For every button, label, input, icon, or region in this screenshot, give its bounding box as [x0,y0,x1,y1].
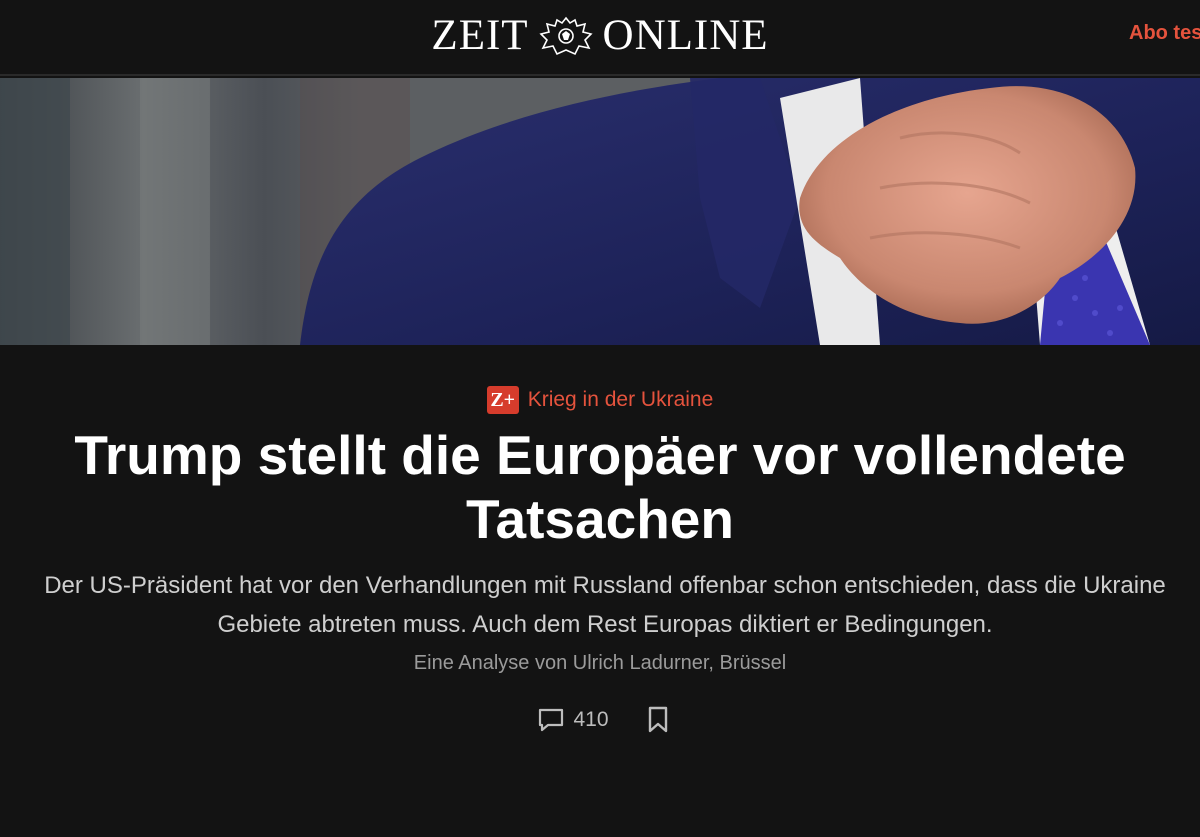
article-kicker[interactable]: Z+ Krieg in der Ukraine [0,386,1200,414]
article-actions: 410 [0,706,1200,734]
logo-text-zeit: ZEIT [431,12,529,59]
subscribe-link[interactable]: Abo tes [1129,22,1200,45]
hero-image [0,78,1200,345]
comments-button[interactable]: 410 [537,707,609,733]
eagle-crest-icon [538,16,593,56]
site-header: ZEIT ONLINE Abo tes [0,0,1200,76]
teaser-line-2: Gebiete abtreten muss. Auch dem Rest Eur… [217,611,993,638]
comment-count: 410 [573,708,609,731]
article-headline[interactable]: Trump stellt die Europäer vor vollendete… [40,423,1160,551]
article-teaser: Der US-Präsident hat vor den Verhandlung… [10,566,1200,644]
bookmark-icon [648,706,667,733]
article-byline: Eine Analyse von Ulrich Ladurner, Brüsse… [413,652,787,674]
site-logo[interactable]: ZEIT ONLINE [0,12,1200,60]
headline-line-2: Tatsachen [466,488,734,550]
headline-line-1: Trump stellt die Europäer vor vollendete [74,424,1126,486]
bookmark-button[interactable] [647,706,669,734]
hero-photo [0,78,1200,345]
speech-bubble-icon [539,708,564,732]
teaser-line-1: Der US-Präsident hat vor den Verhandlung… [44,572,1166,599]
logo-text-online: ONLINE [602,12,769,59]
zplus-premium-badge: Z+ [486,386,519,414]
kicker-label[interactable]: Krieg in der Ukraine [528,388,714,412]
